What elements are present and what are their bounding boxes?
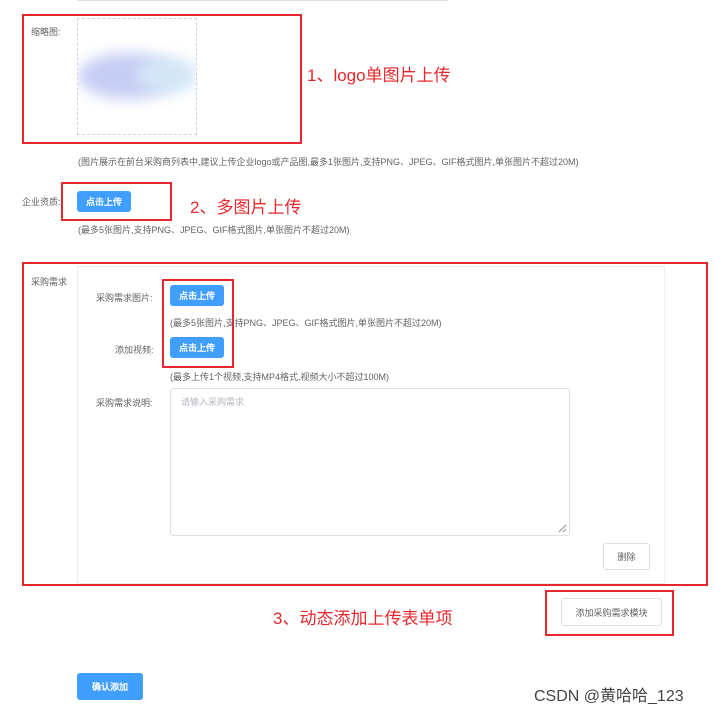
purchase-desc-textarea[interactable]: 请输入采购需求 — [170, 388, 570, 536]
qualification-upload-button[interactable]: 点击上传 — [77, 191, 131, 212]
purchase-desc-placeholder: 请输入采购需求 — [181, 397, 245, 407]
add-module-button[interactable]: 添加采购需求模块 — [561, 598, 662, 626]
purchase-images-hint: (最多5张图片,支持PNG、JPEG、GIF格式图片,单张图片不超过20M) — [170, 318, 442, 328]
purchase-desc-label: 采购需求说明: — [96, 398, 153, 408]
delete-button[interactable]: 删除 — [603, 543, 650, 570]
annotation-logo: 1、logo单图片上传 — [307, 66, 451, 85]
thumbnail-upload[interactable] — [77, 18, 197, 135]
confirm-button[interactable]: 确认添加 — [77, 673, 143, 700]
thumbnail-hint: (图片展示在前台采购商列表中,建议上传企业logo或产品图,最多1张图片,支持P… — [78, 157, 579, 167]
purchase-video-upload-button[interactable]: 点击上传 — [170, 337, 224, 358]
purchase-images-label: 采购需求图片: — [96, 293, 153, 303]
thumbnail-label: 缩略图: — [31, 27, 61, 37]
thumbnail-image-shade — [136, 57, 196, 93]
qualification-hint: (最多5张图片,支持PNG、JPEG、GIF格式图片,单张图片不超过20M) — [78, 225, 350, 235]
qualification-label: 企业资质: — [22, 197, 61, 207]
annotation-dynamic: 3、动态添加上传表单项 — [273, 609, 453, 628]
top-divider — [78, 0, 448, 1]
purchase-video-label: 添加视频: — [115, 345, 154, 355]
resize-handle-icon[interactable] — [558, 524, 567, 533]
purchase-images-upload-button[interactable]: 点击上传 — [170, 285, 224, 306]
purchase-video-hint: (最多上传1个视频,支持MP4格式,视频大小不超过100M) — [170, 372, 390, 382]
csdn-watermark: CSDN @黄哈哈_123 — [534, 688, 684, 705]
purchase-label: 采购需求 — [31, 277, 68, 287]
annotation-multi: 2、多图片上传 — [190, 198, 302, 217]
